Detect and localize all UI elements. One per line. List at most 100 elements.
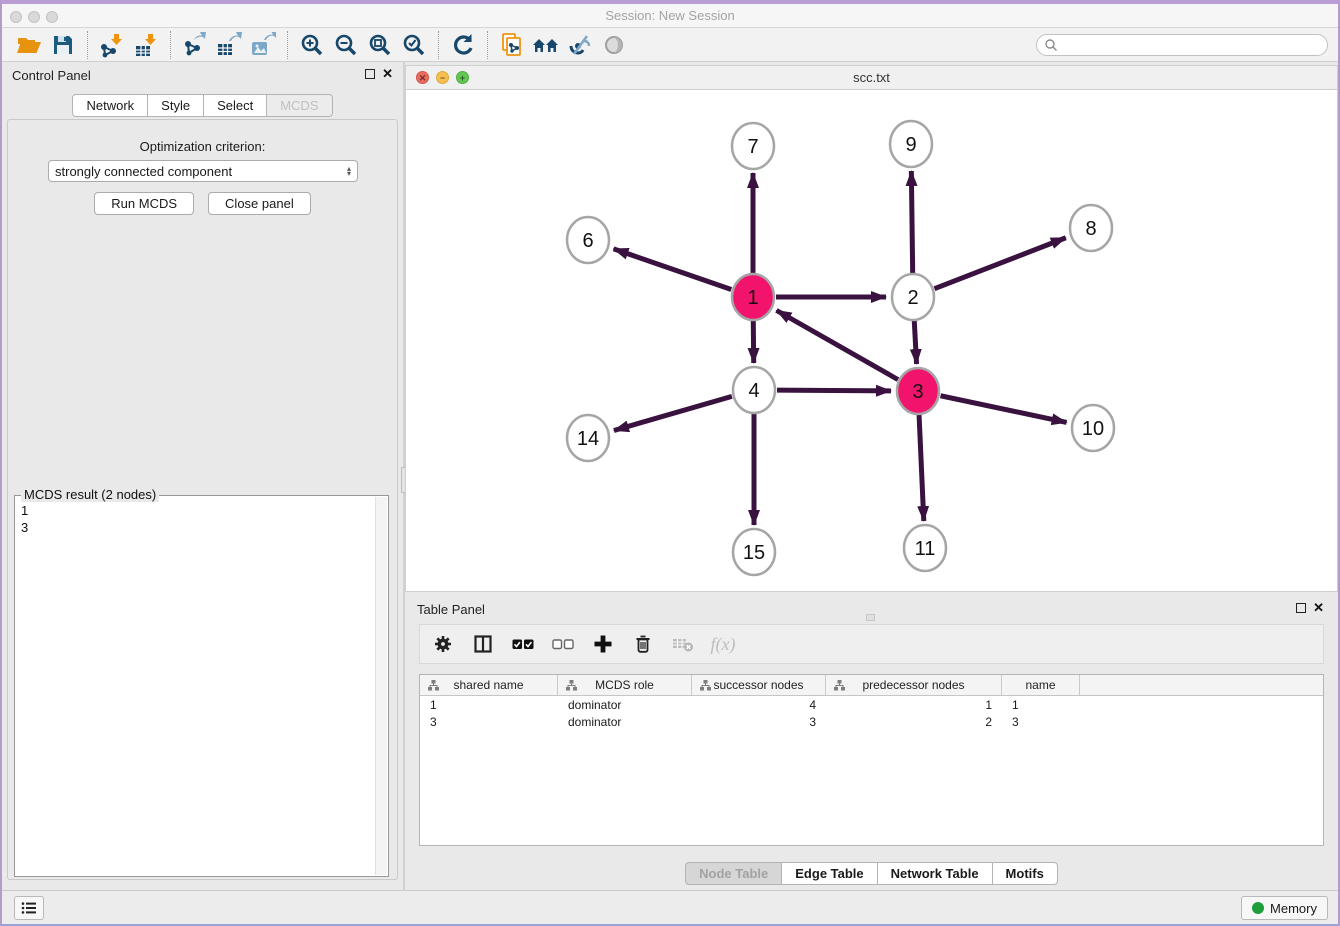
- svg-text:1: 1: [747, 287, 758, 309]
- graph-node-11[interactable]: 11: [904, 525, 946, 571]
- create-column-button[interactable]: [590, 632, 616, 656]
- select-chevrons-icon: ▴▾: [347, 166, 351, 176]
- column-type-icon: [428, 680, 439, 691]
- column-type-icon: [834, 680, 845, 691]
- open-session-button[interactable]: [12, 30, 46, 60]
- graph-node-9[interactable]: 9: [890, 121, 932, 167]
- graph-node-7[interactable]: 7: [732, 123, 774, 169]
- import-table-button[interactable]: [129, 30, 163, 60]
- main-area: Control Panel ✕ NetworkStyleSelectMCDS O…: [2, 62, 1338, 890]
- run-mcds-button[interactable]: Run MCDS: [94, 192, 194, 215]
- result-scrollbar[interactable]: [375, 497, 387, 875]
- graph-edge-1-6[interactable]: [614, 249, 732, 290]
- table-row[interactable]: 1dominator411: [420, 696, 1323, 713]
- graph-edge-3-11[interactable]: [919, 414, 924, 521]
- search-box[interactable]: [1036, 34, 1328, 56]
- table-cell-predecessor-nodes[interactable]: 2: [826, 715, 1002, 729]
- memory-button[interactable]: Memory: [1241, 896, 1328, 920]
- tab-network[interactable]: Network: [72, 94, 148, 117]
- network-overview-button[interactable]: [529, 30, 563, 60]
- graph-node-2[interactable]: 2: [892, 274, 934, 320]
- graph-node-6[interactable]: 6: [567, 217, 609, 263]
- graph-edge-2-8[interactable]: [934, 238, 1065, 289]
- tab-motifs[interactable]: Motifs: [993, 862, 1058, 885]
- export-table-button[interactable]: [212, 30, 246, 60]
- tab-network-table[interactable]: Network Table: [878, 862, 993, 885]
- export-image-button[interactable]: [246, 30, 280, 60]
- close-panel-icon[interactable]: ✕: [382, 66, 393, 82]
- close-table-panel-icon[interactable]: ✕: [1313, 600, 1324, 616]
- table-settings-button[interactable]: [430, 632, 456, 656]
- delete-column-button[interactable]: [630, 632, 656, 656]
- mcds-buttons-row: Run MCDS Close panel: [8, 192, 397, 215]
- search-icon: [1044, 38, 1058, 52]
- graph-edge-2-3[interactable]: [914, 320, 916, 364]
- hide-details-button[interactable]: [563, 30, 597, 60]
- close-panel-button[interactable]: Close panel: [208, 192, 311, 215]
- zoom-out-button[interactable]: [329, 30, 363, 60]
- search-input[interactable]: [1058, 36, 1327, 54]
- svg-text:11: 11: [915, 538, 936, 560]
- graph-node-15[interactable]: 15: [733, 529, 775, 575]
- tab-node-table[interactable]: Node Table: [685, 862, 782, 885]
- svg-text:2: 2: [907, 287, 918, 309]
- graph-node-10[interactable]: 10: [1072, 405, 1114, 451]
- tab-edge-table[interactable]: Edge Table: [782, 862, 877, 885]
- node-table[interactable]: shared nameMCDS rolesuccessor nodesprede…: [419, 674, 1324, 846]
- eye-icon: [601, 32, 627, 58]
- export-network-button[interactable]: [178, 30, 212, 60]
- graph-edge-3-10[interactable]: [941, 396, 1067, 423]
- graph-edge-3-1[interactable]: [776, 310, 898, 379]
- column-header-successor-nodes[interactable]: successor nodes: [692, 675, 826, 695]
- graph-node-8[interactable]: 8: [1070, 205, 1112, 251]
- import-table-icon: [133, 32, 159, 58]
- app-window: Session: New Session Control: [0, 0, 1340, 926]
- table-cell-mcds-role[interactable]: dominator: [558, 715, 692, 729]
- float-panel-icon[interactable]: [365, 69, 375, 79]
- zoom-fit-button[interactable]: [363, 30, 397, 60]
- table-cell-shared-name[interactable]: 3: [420, 715, 558, 729]
- refresh-button[interactable]: [446, 30, 480, 60]
- graph-node-4[interactable]: 4: [733, 367, 775, 413]
- import-network-button[interactable]: [95, 30, 129, 60]
- graph-node-3[interactable]: 3: [897, 368, 939, 414]
- table-panel-header: Table Panel ✕: [405, 596, 1338, 622]
- graph-edge-2-9[interactable]: [911, 171, 912, 274]
- zoom-selected-button[interactable]: [397, 30, 431, 60]
- function-builder-button[interactable]: f(x): [710, 632, 736, 656]
- graph-edge-4-3[interactable]: [777, 390, 891, 391]
- optimization-criterion-select[interactable]: strongly connected component ▴▾: [48, 160, 358, 182]
- table-row[interactable]: 3dominator323: [420, 713, 1323, 730]
- table-cell-name[interactable]: 3: [1002, 715, 1080, 729]
- task-history-button[interactable]: [14, 896, 44, 920]
- tab-mcds[interactable]: MCDS: [267, 94, 332, 117]
- save-session-button[interactable]: [46, 30, 80, 60]
- table-cell-name[interactable]: 1: [1002, 698, 1080, 712]
- table-cell-predecessor-nodes[interactable]: 1: [826, 698, 1002, 712]
- duplicate-network-button[interactable]: [495, 30, 529, 60]
- select-all-button[interactable]: [510, 632, 536, 656]
- graph-node-14[interactable]: 14: [567, 415, 609, 461]
- zoom-in-button[interactable]: [295, 30, 329, 60]
- show-column-button[interactable]: [470, 632, 496, 656]
- network-canvas[interactable]: 7 9 6 8 1 2 4 3 14 10 15 11: [405, 90, 1338, 592]
- table-cell-shared-name[interactable]: 1: [420, 698, 558, 712]
- deselect-all-button[interactable]: [550, 632, 576, 656]
- table-cell-successor-nodes[interactable]: 3: [692, 715, 826, 729]
- network-graph[interactable]: 7 9 6 8 1 2 4 3 14 10 15 11: [406, 90, 1339, 590]
- column-header-predecessor-nodes[interactable]: predecessor nodes: [826, 675, 1002, 695]
- table-cell-successor-nodes[interactable]: 4: [692, 698, 826, 712]
- delete-table-button[interactable]: [670, 632, 696, 656]
- table-cell-mcds-role[interactable]: dominator: [558, 698, 692, 712]
- tab-style[interactable]: Style: [148, 94, 204, 117]
- optimization-criterion-label: Optimization criterion:: [8, 139, 397, 154]
- mcds-result-text[interactable]: 1 3: [21, 502, 370, 872]
- float-table-panel-icon[interactable]: [1296, 603, 1306, 613]
- column-header-mcds-role[interactable]: MCDS role: [558, 675, 692, 695]
- tab-select[interactable]: Select: [204, 94, 267, 117]
- graph-edge-4-14[interactable]: [614, 396, 732, 430]
- visibility-button[interactable]: [597, 30, 631, 60]
- graph-node-1[interactable]: 1: [732, 274, 774, 320]
- column-header-shared-name[interactable]: shared name: [420, 675, 558, 695]
- column-header-name[interactable]: name: [1002, 675, 1080, 695]
